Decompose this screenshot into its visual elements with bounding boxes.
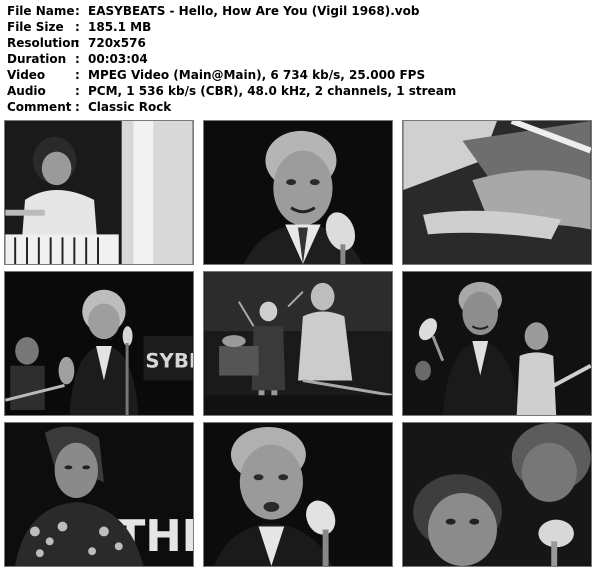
- metadata-key: Video: [7, 68, 46, 82]
- metadata-value: 720x576: [88, 36, 146, 50]
- thumbnail-guitarist-backdrop: THE: [4, 422, 194, 567]
- thumbnail-image: [5, 121, 193, 264]
- thumbnail-singer: [203, 120, 393, 265]
- thumbnail-band-stage: [203, 271, 393, 416]
- metadata-separator: :: [75, 4, 80, 18]
- metadata-key: Audio: [7, 84, 46, 98]
- thumbnail-image: THE: [5, 423, 193, 566]
- metadata-separator: :: [75, 52, 80, 66]
- metadata-separator: :: [75, 68, 80, 82]
- thumbnail-singer-guitarist: [402, 271, 592, 416]
- thumbnail-grid: SYBEA: [4, 120, 598, 570]
- metadata-value: Classic Rock: [88, 100, 172, 114]
- metadata-key: Comment: [7, 100, 72, 114]
- metadata-key: Duration: [7, 52, 67, 66]
- backdrop-text: SYBEA: [145, 350, 193, 373]
- metadata-panel: File Name : EASYBEATS - Hello, How Are Y…: [7, 3, 456, 115]
- metadata-row-file-name: File Name : EASYBEATS - Hello, How Are Y…: [7, 3, 456, 19]
- metadata-value: 185.1 MB: [88, 20, 152, 34]
- metadata-row-video: Video : MPEG Video (Main@Main), 6 734 kb…: [7, 67, 456, 83]
- thumbnail-singer-closeup: [203, 422, 393, 567]
- thumbnail-image: [204, 121, 392, 264]
- metadata-value: PCM, 1 536 kb/s (CBR), 48.0 kHz, 2 chann…: [88, 84, 457, 98]
- metadata-key: Resolution: [7, 36, 80, 50]
- metadata-row-file-size: File Size : 185.1 MB: [7, 19, 456, 35]
- metadata-row-duration: Duration : 00:03:04: [7, 51, 456, 67]
- thumbnail-image: [403, 423, 591, 566]
- metadata-separator: :: [75, 36, 80, 50]
- metadata-value: EASYBEATS - Hello, How Are You (Vigil 19…: [88, 4, 420, 18]
- metadata-separator: :: [75, 100, 80, 114]
- thumbnail-image: [403, 272, 591, 415]
- metadata-separator: :: [75, 84, 80, 98]
- metadata-key: File Size: [7, 20, 64, 34]
- metadata-separator: :: [75, 20, 80, 34]
- thumbnail-image: [403, 121, 591, 264]
- metadata-row-audio: Audio : PCM, 1 536 kb/s (CBR), 48.0 kHz,…: [7, 83, 456, 99]
- metadata-key: File Name: [7, 4, 75, 18]
- thumbnail-image: SYBEA: [5, 272, 193, 415]
- metadata-value: MPEG Video (Main@Main), 6 734 kb/s, 25.0…: [88, 68, 426, 82]
- metadata-row-comment: Comment : Classic Rock: [7, 99, 456, 115]
- thumbnail-blurred-face: [402, 422, 592, 567]
- thumbnail-singer-backdrop: SYBEA: [4, 271, 194, 416]
- thumbnail-image: [204, 272, 392, 415]
- thumbnail-image: [204, 423, 392, 566]
- thumbnail-pianist: [4, 120, 194, 265]
- metadata-value: 00:03:04: [88, 52, 148, 66]
- metadata-row-resolution: Resolution : 720x576: [7, 35, 456, 51]
- thumbnail-hands: [402, 120, 592, 265]
